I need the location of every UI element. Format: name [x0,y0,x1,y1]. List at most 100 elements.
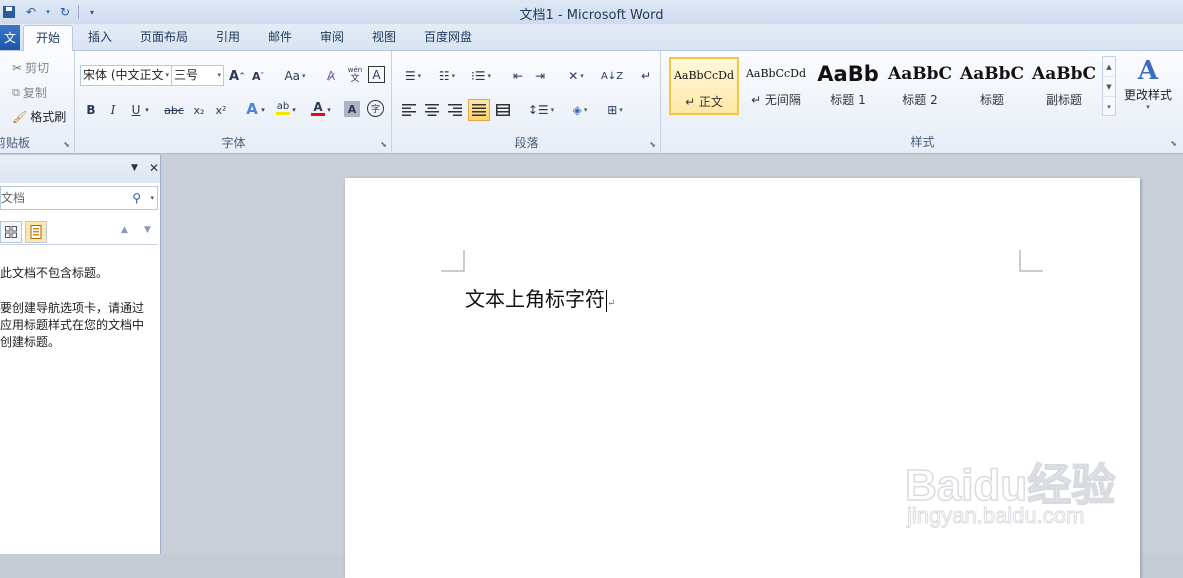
tab-baidu-netdisk[interactable]: 百度网盘 [414,25,482,51]
font-size-combo[interactable]: 三号 ▾ [171,65,224,86]
align-center-icon[interactable] [422,100,442,120]
style-no-spacing[interactable]: AaBbCcDd ↵ 无间隔 [741,57,811,115]
watermark-url: jingyan.baidu.com [906,503,1085,529]
paragraph-mark-icon: ↵ [607,298,616,309]
document-body-text[interactable]: 文本上角标字符 ↵ [465,283,615,312]
previous-result-icon[interactable]: ▲ [121,225,128,235]
enclose-characters-icon[interactable]: 字 [367,100,384,117]
superscript-button[interactable]: x² [211,100,231,120]
line-spacing-icon[interactable]: ↕☰ ▾ [527,100,555,120]
copy-icon: ⧉ [12,85,20,99]
chevron-down-icon[interactable]: ▾ [150,187,154,209]
ribbon-tabs: 文 开始 插入 页面布局 引用 邮件 审阅 视图 百度网盘 [0,24,1183,51]
document-text-run: 文本上角标字符 [465,287,605,311]
nav-pane-header: ▼ ✕ [0,155,160,183]
subscript-button[interactable]: x₂ [189,100,209,120]
change-styles-button[interactable]: A 更改样式 ▾ [1118,56,1178,111]
chinese-layout-icon[interactable]: ✕ ▾ [561,66,591,86]
ribbon: ✂ 剪切 ⧉ 复制 🖌 格式刷 剪贴板 ⬊ 宋体 (中文正文 ▾ 三号 ▾ A ^ A… [0,51,1183,154]
phonetic-guide-icon[interactable]: wén 文 [345,65,365,85]
character-border-icon[interactable]: A [368,66,385,83]
increase-indent-icon[interactable]: ⇥ [530,66,550,86]
close-icon[interactable]: ✕ [149,161,159,175]
chevron-down-icon: ▾ [1146,103,1150,111]
tab-pages-thumbnails-icon[interactable] [0,221,22,243]
paragraph-launcher-icon[interactable]: ⬊ [649,140,656,149]
bullets-icon[interactable]: ☰ ▾ [399,66,427,86]
multilevel-list-icon[interactable]: ⁝☰ ▾ [467,66,495,86]
styles-launcher-icon[interactable]: ⬊ [1170,139,1177,148]
style-normal[interactable]: AaBbCcDd ↵ 正文 [669,57,739,115]
styles-group-label: 样式 [910,135,935,149]
style-heading-1[interactable]: AaBb 标题 1 [813,57,883,115]
shrink-font-icon[interactable]: Aˇ [248,66,268,86]
highlight-dropdown-icon[interactable]: ▾ [289,100,299,120]
tab-insert[interactable]: 插入 [76,25,124,51]
font-name-combo[interactable]: 宋体 (中文正文 ▾ [80,65,172,86]
grow-font-icon[interactable]: A ^ [227,66,247,86]
nav-no-headings-text: 此文档不包含标题。 [0,266,109,280]
decrease-indent-icon[interactable]: ⇤ [508,66,528,86]
align-left-icon[interactable] [399,100,419,120]
sort-icon[interactable]: A↓Z [601,66,623,86]
paragraph-group: ☰ ▾ ☷ ▾ ⁝☰ ▾ ⇤ ⇥ ✕ ▾ A↓Z ↵ ↕☰ ▾ ◈ ▾ ⊞ ▾ 段落 ⬊ [393,51,661,154]
margin-corner-top-right [1019,250,1043,272]
style-title[interactable]: AaBbC 标题 [957,57,1027,115]
cut-button[interactable]: ✂ 剪切 [12,59,49,76]
clipboard-group: ✂ 剪切 ⧉ 复制 🖌 格式刷 剪贴板 ⬊ [0,51,75,154]
copy-button[interactable]: ⧉ 复制 [12,84,47,101]
text-effects-dropdown-icon[interactable]: ▾ [258,100,268,120]
strikethrough-button[interactable]: abc [162,100,186,120]
paintbrush-icon: 🖌 [12,109,28,124]
style-heading-2[interactable]: AaBbC 标题 2 [885,57,955,115]
nav-help-text-line-3: 创建标题。 [0,335,61,349]
format-painter-button[interactable]: 🖌 格式刷 [12,108,66,125]
clipboard-launcher-icon[interactable]: ⬊ [63,140,70,149]
navigation-pane: ▼ ✕ 文档 ⚲ ▾ ▲ ▼ 此文档不包含标题。 要创建导航选项卡，请通过 应用… [0,155,161,554]
search-icon[interactable]: ⚲ [132,187,141,209]
title-bar: ↶ ▾ ↻ ▾ 文档1 - Microsoft Word [0,0,1183,24]
tab-search-results-icon[interactable] [25,221,47,243]
italic-button[interactable]: I [103,100,123,120]
underline-dropdown-icon[interactable]: ▾ [142,100,152,120]
tab-mailings[interactable]: 邮件 [257,25,303,51]
change-case-button[interactable]: Aa ▾ [281,66,309,86]
paragraph-group-label: 段落 [514,136,539,150]
tab-review[interactable]: 审阅 [309,25,355,51]
chevron-up-icon[interactable]: ▲ [1103,57,1115,77]
margin-corner-top-left [441,250,465,272]
tab-references[interactable]: 引用 [205,25,251,51]
nav-search-input[interactable]: 文档 ⚲ ▾ [0,186,158,210]
chevron-down-icon: ▾ [217,71,221,79]
tab-view[interactable]: 视图 [361,25,407,51]
borders-icon[interactable]: ⊞ ▾ [601,100,629,120]
distributed-icon[interactable] [493,100,513,120]
bold-button[interactable]: B [81,100,101,120]
nav-help-text-line-1: 要创建导航选项卡，请通过 [0,301,145,315]
paragraph-shading-icon[interactable]: ◈ ▾ [566,100,594,120]
style-subtitle[interactable]: AaBbC 副标题 [1029,57,1099,115]
numbering-icon[interactable]: ☷ ▾ [433,66,461,86]
show-marks-icon[interactable]: ↵ [636,66,656,86]
file-tab[interactable]: 文 [0,25,20,50]
pane-options-icon[interactable]: ▼ [131,163,138,173]
window-title: 文档1 - Microsoft Word [519,8,664,23]
justify-icon[interactable] [468,99,490,121]
gallery-more-icon[interactable]: ▾ [1103,97,1115,117]
tab-page-layout[interactable]: 页面布局 [130,25,198,51]
font-launcher-icon[interactable]: ⬊ [380,140,387,149]
nav-pane-tabs: ▲ ▼ [0,219,158,245]
change-styles-icon: A [1137,56,1159,86]
font-group-label: 字体 [221,136,246,150]
character-shading-icon[interactable]: A [344,101,360,117]
baidu-jingyan-watermark-logo: Baidu经验 jingyan.baidu.com [904,423,1175,547]
tab-home[interactable]: 开始 [23,25,73,51]
clear-format-icon[interactable]: A̷ [321,66,341,86]
next-result-icon[interactable]: ▼ [144,225,151,235]
font-group: 宋体 (中文正文 ▾ 三号 ▾ A ^ Aˇ Aa ▾ A̷ wén 文 A B I U … [76,51,392,154]
font-color-dropdown-icon[interactable]: ▾ [324,100,334,120]
align-right-icon[interactable] [445,100,465,120]
styles-gallery-scroll[interactable]: ▲ ▼ ▾ [1102,56,1116,116]
chevron-down-icon[interactable]: ▼ [1103,77,1115,97]
nav-help-text-line-2: 应用标题样式在您的文档中 [0,318,145,332]
